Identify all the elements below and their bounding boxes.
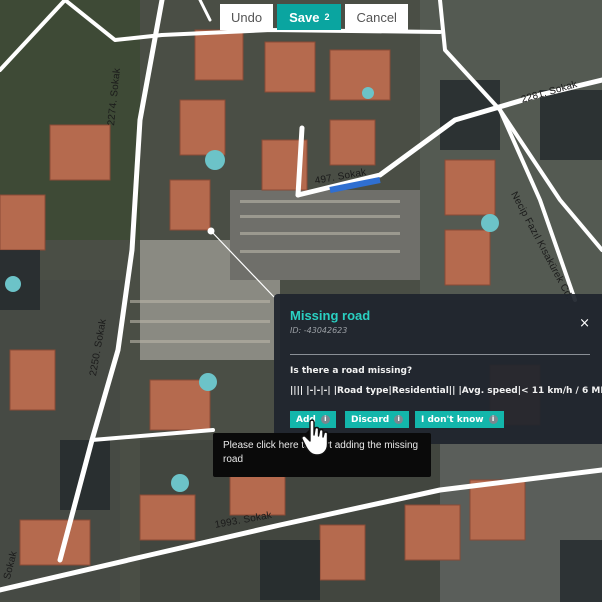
save-button-label: Save <box>289 9 320 25</box>
info-icon: i <box>488 415 498 424</box>
hand-cursor-icon <box>301 419 329 456</box>
panel-divider <box>290 354 590 355</box>
panel-id: ID: -43042623 <box>290 326 348 335</box>
cancel-button[interactable]: Cancel <box>345 4 408 30</box>
info-icon: i <box>394 415 404 424</box>
close-icon[interactable]: × <box>579 316 590 331</box>
panel-details: |||| |-|-|-| |Road type|Residential|| |A… <box>290 386 602 396</box>
undo-button[interactable]: Undo <box>220 4 274 30</box>
panel-title: Missing road <box>290 308 371 323</box>
dont-know-button[interactable]: I don't know i <box>415 411 504 428</box>
edit-toolbar: Undo Save 2 Cancel <box>220 4 408 30</box>
save-button[interactable]: Save 2 <box>277 4 342 30</box>
discard-button[interactable]: Discard i <box>345 411 410 428</box>
dont-know-button-label: I don't know <box>421 414 484 425</box>
discard-button-label: Discard <box>351 414 390 425</box>
panel-question: Is there a road missing? <box>290 366 413 376</box>
save-count-badge: 2 <box>324 12 330 22</box>
